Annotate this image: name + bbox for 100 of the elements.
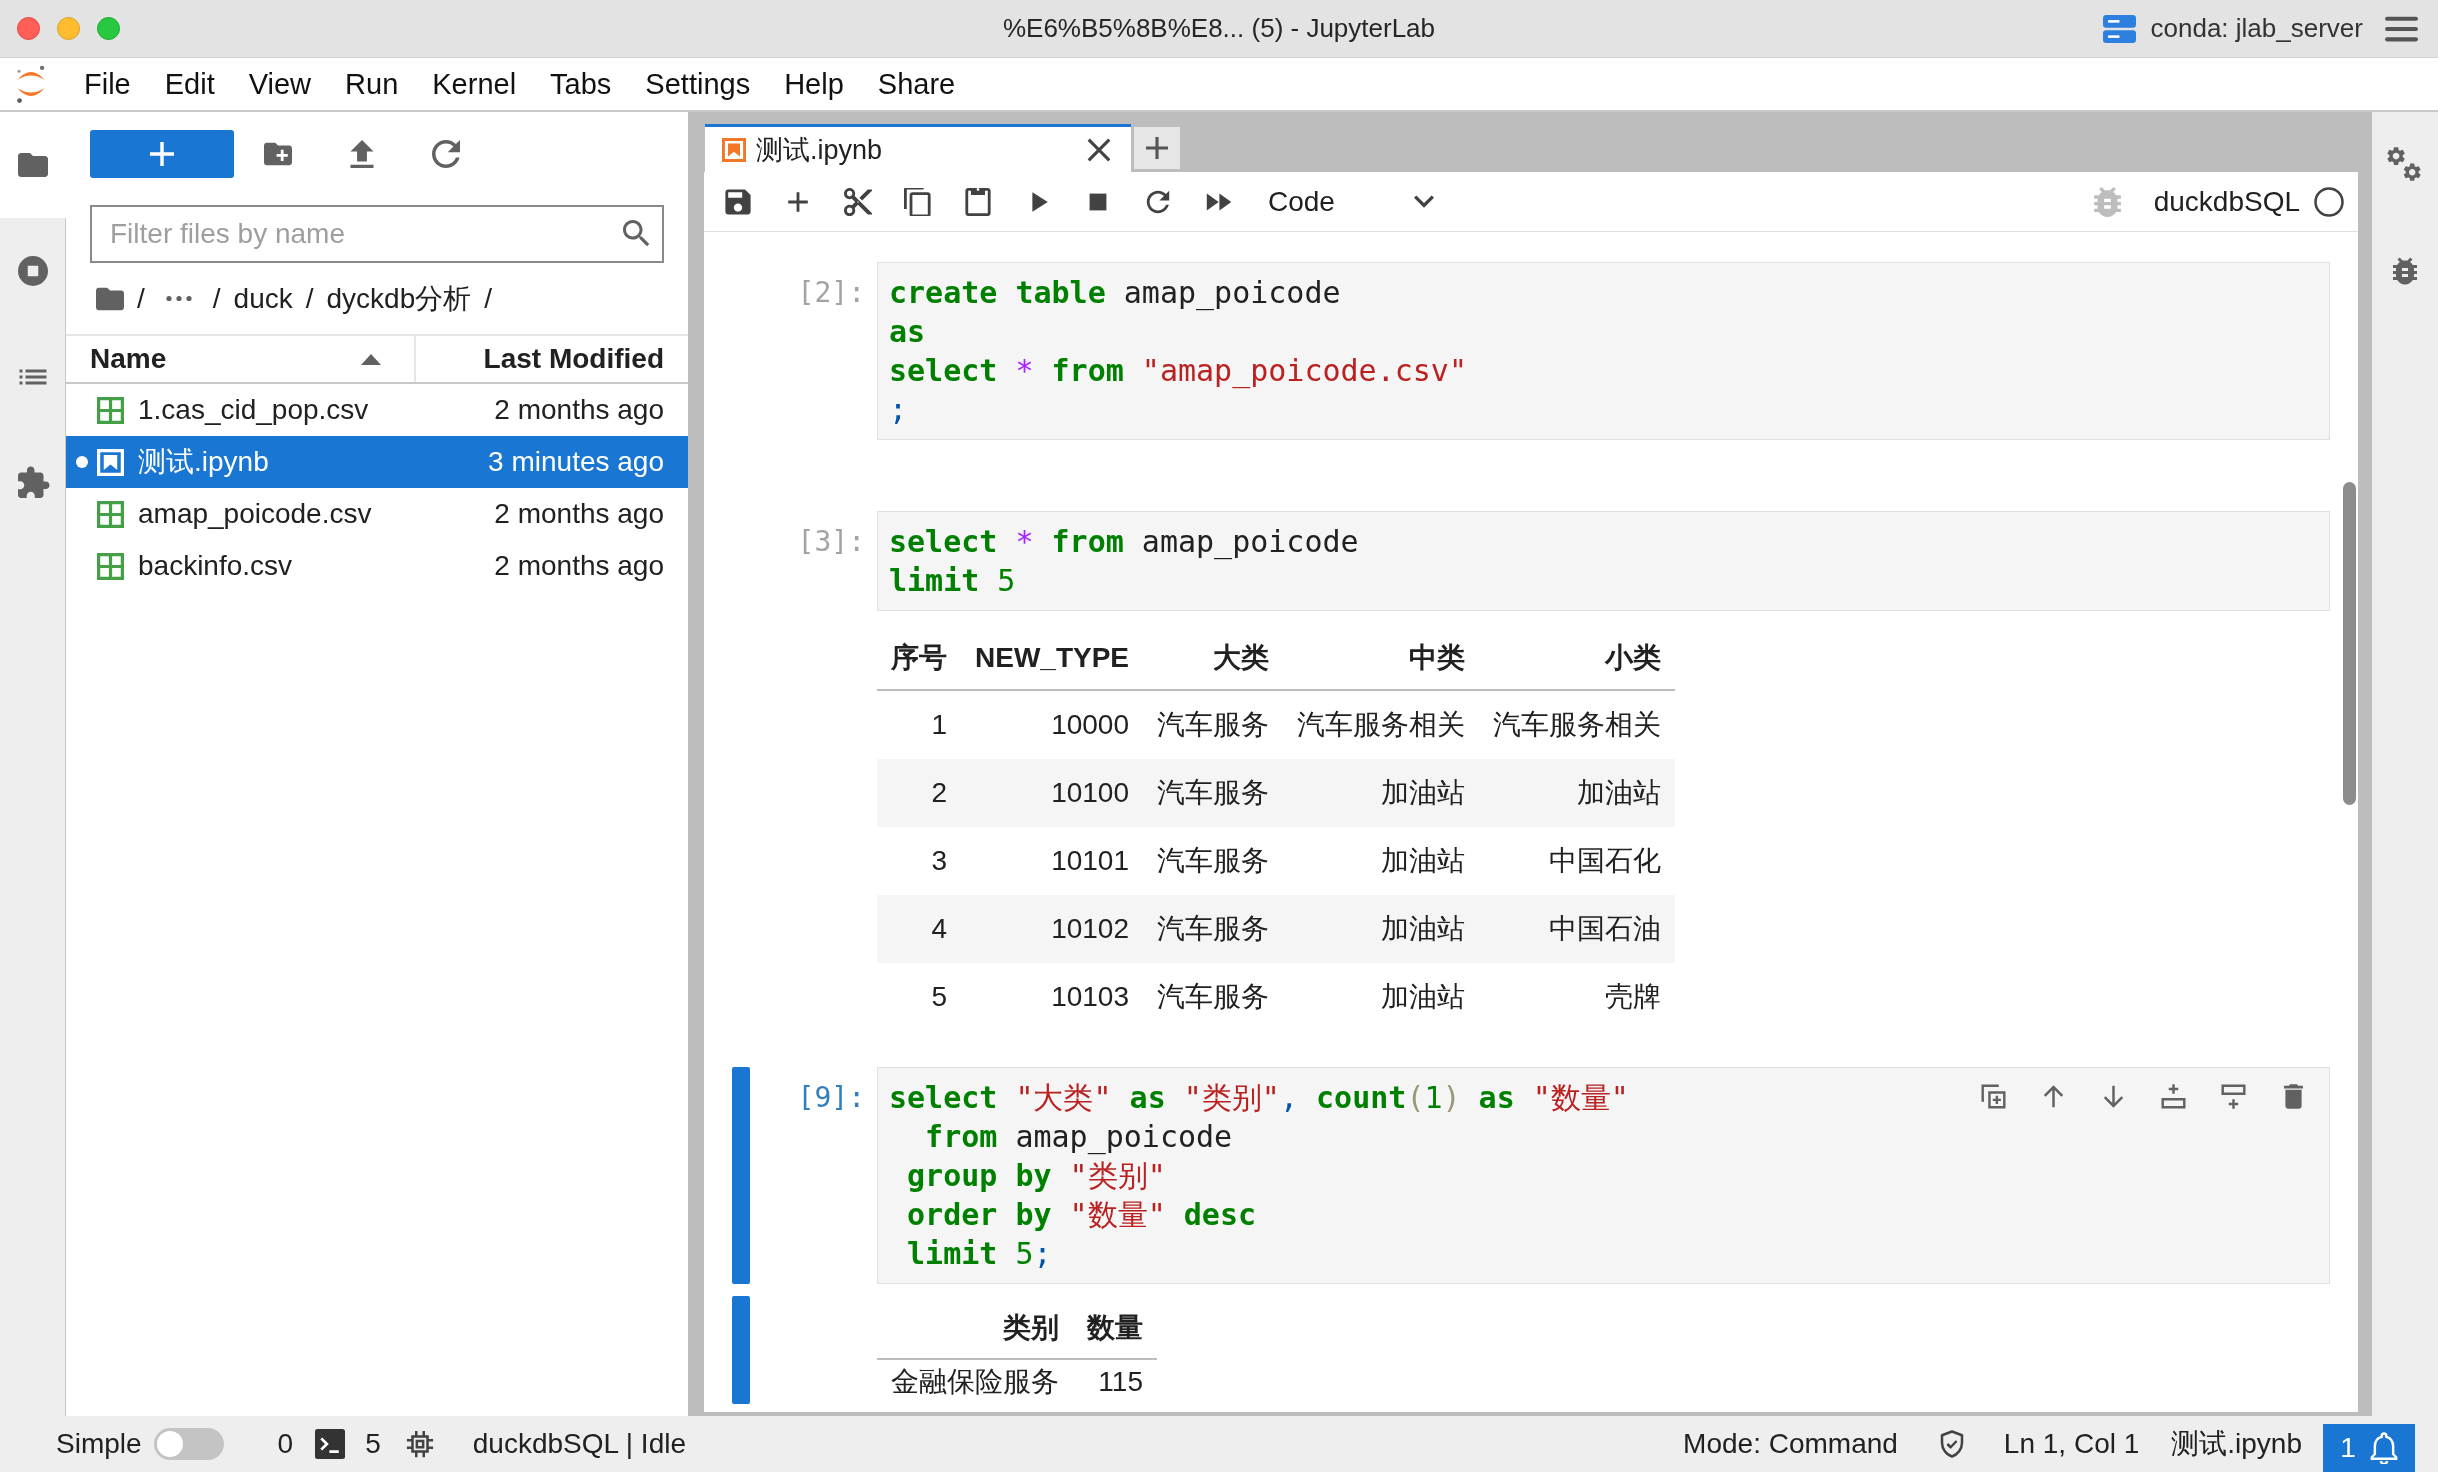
file-row[interactable]: backinfo.csv 2 months ago (66, 540, 688, 592)
table-cell: 汽车服务 (1143, 759, 1284, 827)
code-line: group by "类别" (906, 1157, 1166, 1195)
execution-prompt: [9]: (796, 1080, 866, 1116)
menu-item[interactable]: View (231, 62, 329, 106)
menu-item[interactable]: Run (328, 62, 416, 106)
modified-time: 2 months ago (494, 498, 664, 530)
table-cell: 汽车服务 (1143, 963, 1284, 1031)
sidebar-tab[interactable] (0, 112, 66, 218)
terminal-icon[interactable] (315, 1429, 346, 1459)
notification-button[interactable]: 1 (2323, 1424, 2415, 1472)
code-line: ; (889, 391, 908, 429)
chip-icon[interactable] (404, 1429, 435, 1459)
table-cell: 汽车服务 (1143, 690, 1284, 759)
file-row[interactable]: amap_poicode.csv 2 months ago (66, 488, 688, 540)
new-launcher-button[interactable] (90, 130, 234, 178)
menu-item[interactable]: Help (767, 62, 861, 106)
breadcrumb-link[interactable]: duck (233, 282, 293, 315)
column-header: 序号 (877, 627, 961, 690)
execution-prompt: [3]: (796, 524, 866, 560)
terminal-count[interactable]: 0 (277, 1428, 294, 1460)
column-header: 大类 (1143, 627, 1284, 690)
table-cell: 10000 (961, 690, 1144, 759)
code-line: select "大类" as "类别", count(1) as "数量" (889, 1079, 1629, 1117)
menu-item[interactable]: Share (860, 62, 973, 106)
code-line: limit 5 (889, 562, 1016, 600)
save-icon (724, 187, 752, 216)
upload-icon (348, 140, 376, 168)
editor-mode[interactable]: Mode: Command (1683, 1428, 1898, 1460)
scrollbar[interactable] (2343, 482, 2356, 805)
menu-icon[interactable] (2385, 14, 2418, 43)
kernel-count[interactable]: 5 (365, 1428, 381, 1460)
toggle-switch[interactable] (153, 1428, 224, 1460)
window-title: %E6%B5%8B%E8... (5) - JupyterLab (1002, 13, 1436, 44)
path-separator: / (212, 282, 221, 315)
table-cell: 4 (877, 895, 961, 963)
bell-icon (2369, 1432, 2398, 1464)
table-cell: 5 (877, 963, 961, 1031)
notebook-icon (97, 448, 124, 476)
mode-label: Simple (56, 1428, 142, 1460)
cursor-position[interactable]: Ln 1, Col 1 (2003, 1428, 2140, 1460)
table-cell: 加油站 (1283, 759, 1480, 827)
table-cell: 2 (877, 759, 961, 827)
kernel-status[interactable]: duckdbSQL | Idle (472, 1428, 686, 1460)
column-header: 类别 (877, 1300, 1073, 1359)
cell-type-dropdown[interactable]: Code (1268, 185, 1434, 218)
code-editor[interactable]: select * from amap_poicode limit 5 (877, 511, 2330, 611)
spreadsheet-icon (97, 552, 124, 580)
table-cell: 中国石化 (1479, 827, 1676, 895)
clipboard-icon (964, 187, 992, 216)
plus-icon (150, 142, 174, 166)
execution-prompt: [2]: (796, 275, 866, 311)
path-separator: / (305, 282, 314, 315)
menu-item[interactable]: Settings (628, 62, 768, 106)
table-cell: 1 (877, 690, 961, 759)
menu-item[interactable]: File (67, 62, 148, 106)
file-name: 1.cas_cid_pop.csv (138, 394, 370, 426)
table-cell: 加油站 (1283, 963, 1480, 1031)
file-name: amap_poicode.csv (138, 498, 373, 530)
ellipsis-icon[interactable] (165, 295, 192, 302)
filter-field[interactable]: Filter files by name (90, 205, 664, 263)
table-cell: 金融保险服务 (877, 1359, 1073, 1404)
column-header: 小类 (1479, 627, 1676, 690)
file-row[interactable]: 测试.ipynb 3 minutes ago (66, 436, 688, 488)
insert-above-icon (2159, 1082, 2187, 1110)
cell-selection-bar[interactable] (732, 1067, 750, 1284)
breadcrumb-link[interactable]: dyckdb分析 (326, 279, 472, 318)
close-icon[interactable] (1087, 137, 1111, 162)
code-editor[interactable]: select "大类" as "类别", count(1) as "数量" from amap_poicode group by "类别" order by "数量" desc limit 5; (877, 1067, 2330, 1284)
notebook-tab[interactable]: 测试.ipynb (705, 124, 1131, 172)
modified-time: 3 minutes ago (488, 446, 664, 478)
sort-ascending-icon (361, 353, 381, 365)
menu-item[interactable]: Kernel (415, 62, 534, 106)
spreadsheet-icon (97, 396, 124, 424)
table-cell: 加油站 (1479, 759, 1676, 827)
code-editor[interactable]: create table amap_poicode as select * from "amap_poicode.csv" ; (877, 262, 2330, 440)
table-cell: 汽车服务 (1143, 827, 1284, 895)
new-tab-button[interactable] (1134, 127, 1180, 169)
folder-icon[interactable] (96, 286, 124, 311)
close-window-button[interactable] (17, 17, 40, 40)
puzzle-icon (15, 465, 51, 501)
column-header: 中类 (1283, 627, 1480, 690)
menu-item[interactable]: Tabs (533, 62, 629, 106)
column-header[interactable]: Name (66, 336, 414, 382)
path-separator: / (137, 282, 145, 315)
chevron-down-icon (1414, 195, 1434, 208)
table-cell: 115 (1073, 1359, 1157, 1404)
table-cell: 加油站 (1283, 895, 1480, 963)
refresh-icon (432, 140, 460, 168)
server-stack-icon (2102, 14, 2136, 43)
table-cell: 壳牌 (1479, 963, 1676, 1031)
kernel-name[interactable]: duckdbSQL (2153, 185, 2300, 218)
search-icon[interactable] (623, 220, 650, 247)
code-line: order by "数量" desc (906, 1196, 1257, 1234)
file-row[interactable]: 1.cas_cid_pop.csv 2 months ago (66, 384, 688, 436)
environment-label: conda: jlab_server (2150, 13, 2363, 44)
file-name: backinfo.csv (138, 550, 294, 582)
menu-item[interactable]: Edit (147, 62, 232, 106)
table-cell: 加油站 (1283, 827, 1480, 895)
table-cell: 10102 (961, 895, 1144, 963)
